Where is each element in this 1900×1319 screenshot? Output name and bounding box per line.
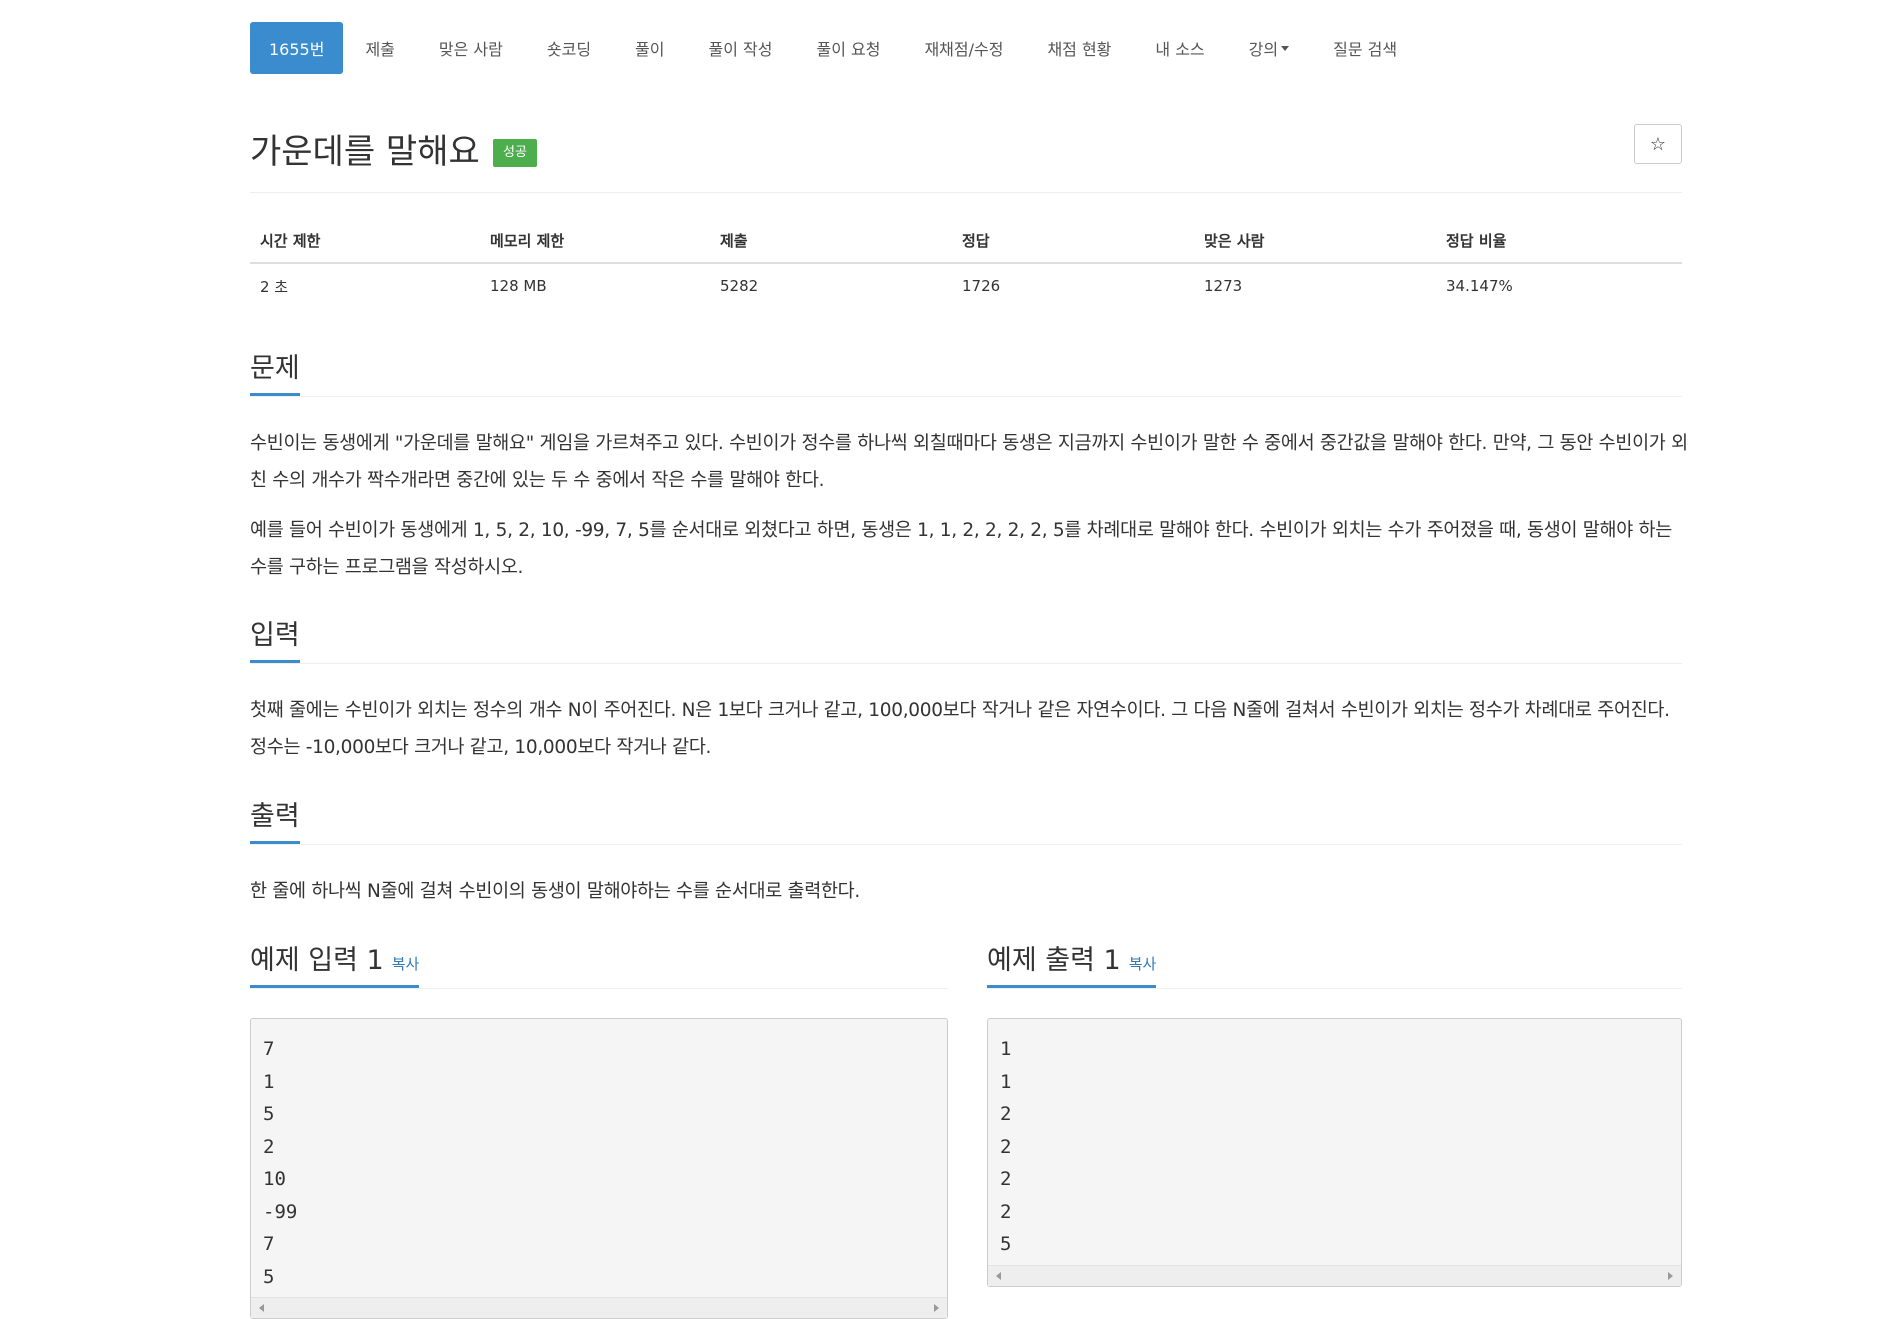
tab-lectures-label: 강의	[1248, 40, 1279, 59]
value-submissions: 5282	[720, 277, 759, 295]
status-badge: 성공	[493, 139, 537, 167]
tab-request-solution[interactable]: 풀이 요청	[794, 22, 902, 74]
description-paragraph-2: 예를 들어 수빈이가 동생에게 1, 5, 2, 10, -99, 7, 5를 …	[250, 520, 1672, 578]
input-heading: 입력	[250, 613, 300, 663]
sample-output-header: 예제 출력 1 복사	[987, 938, 1682, 989]
page-title: 가운데를 말해요	[250, 132, 480, 172]
input-section-header: 입력	[250, 613, 1682, 664]
sample-input-box: 7 1 5 2 10 -99 7 5	[250, 1018, 948, 1319]
sample-output-box: 1 1 2 2 2 2 5	[987, 1018, 1682, 1287]
tab-problem-number[interactable]: 1655번	[250, 22, 344, 74]
tab-write-solution[interactable]: 풀이 작성	[687, 22, 795, 74]
sample-input-copy-button[interactable]: 복사	[392, 955, 420, 973]
table-row: 2 초 128 MB 5282 1726 1273 34.147%	[250, 263, 1682, 308]
table-header-row: 시간 제한 메모리 제한 제출 정답 맞은 사람 정답 비율	[250, 218, 1682, 264]
value-accept-ratio: 34.147%	[1446, 277, 1513, 295]
scroll-left-icon[interactable]	[996, 1272, 1001, 1280]
star-icon: ☆	[1649, 133, 1667, 155]
scroll-left-icon[interactable]	[259, 1304, 264, 1312]
tab-question-search[interactable]: 질문 검색	[1311, 22, 1419, 74]
tab-solutions[interactable]: 풀이	[613, 22, 686, 74]
header-accept-ratio: 정답 비율	[1436, 218, 1682, 264]
sample-output-copy-button[interactable]: 복사	[1129, 955, 1157, 973]
input-description: 첫째 줄에는 수빈이가 외치는 정수의 개수 N이 주어진다. N은 1보다 크…	[250, 700, 1670, 758]
sample-input-scrollbar[interactable]	[251, 1297, 947, 1318]
tab-my-source[interactable]: 내 소스	[1133, 22, 1226, 74]
header-accepted: 정답	[952, 218, 1194, 264]
header-solved-users: 맞은 사람	[1194, 218, 1436, 264]
sample-output-scrollbar[interactable]	[988, 1265, 1681, 1286]
output-heading: 출력	[250, 794, 300, 844]
header-submissions: 제출	[710, 218, 952, 264]
tab-judge-status[interactable]: 채점 현황	[1025, 22, 1133, 74]
value-solved-users: 1273	[1204, 277, 1243, 295]
tab-submit[interactable]: 제출	[343, 22, 416, 74]
output-description: 한 줄에 하나씩 N줄에 걸쳐 수빈이의 동생이 말해야하는 수를 순서대로 출…	[250, 881, 860, 902]
sample-output-content: 1 1 2 2 2 2 5	[1000, 1038, 1012, 1255]
caret-down-icon	[1281, 45, 1290, 51]
sample-output-heading: 예제 출력 1 복사	[987, 938, 1157, 988]
tab-lectures-dropdown[interactable]: 강의	[1227, 22, 1311, 74]
value-time-limit: 2 초	[260, 277, 289, 296]
value-memory-limit: 128 MB	[490, 277, 547, 295]
tab-solved-users[interactable]: 맞은 사람	[417, 22, 525, 74]
description-paragraph-1: 수빈이는 동생에게 "가운데를 말해요" 게임을 가르쳐주고 있다. 수빈이가 …	[250, 433, 1688, 491]
value-accepted: 1726	[962, 277, 1001, 295]
output-section-header: 출력	[250, 794, 1682, 845]
problem-title-row: 가운데를 말해요 성공 ☆	[250, 120, 1682, 193]
problem-page: 1655번 제출 맞은 사람 숏코딩 풀이 풀이 작성 풀이 요청 재채점/수정…	[0, 0, 1900, 1319]
favorite-button[interactable]: ☆	[1634, 124, 1682, 164]
tab-rejudge-edit[interactable]: 재채점/수정	[902, 22, 1025, 74]
sample-input-title: 예제 입력 1	[250, 945, 384, 976]
problem-tabs: 1655번 제출 맞은 사람 숏코딩 풀이 풀이 작성 풀이 요청 재채점/수정…	[250, 22, 1419, 74]
sample-input-header: 예제 입력 1 복사	[250, 938, 948, 989]
scroll-right-icon[interactable]	[1668, 1272, 1673, 1280]
sample-input-heading: 예제 입력 1 복사	[250, 938, 420, 988]
sample-output-title: 예제 출력 1	[987, 945, 1121, 976]
header-time-limit: 시간 제한	[250, 218, 480, 264]
description-section-header: 문제	[250, 346, 1682, 397]
scroll-right-icon[interactable]	[934, 1304, 939, 1312]
tab-short-coding[interactable]: 숏코딩	[525, 22, 613, 74]
sample-input-content: 7 1 5 2 10 -99 7 5	[263, 1038, 298, 1288]
header-memory-limit: 메모리 제한	[480, 218, 710, 264]
problem-info-table: 시간 제한 메모리 제한 제출 정답 맞은 사람 정답 비율 2 초 128 M…	[250, 218, 1682, 308]
description-heading: 문제	[250, 346, 300, 396]
